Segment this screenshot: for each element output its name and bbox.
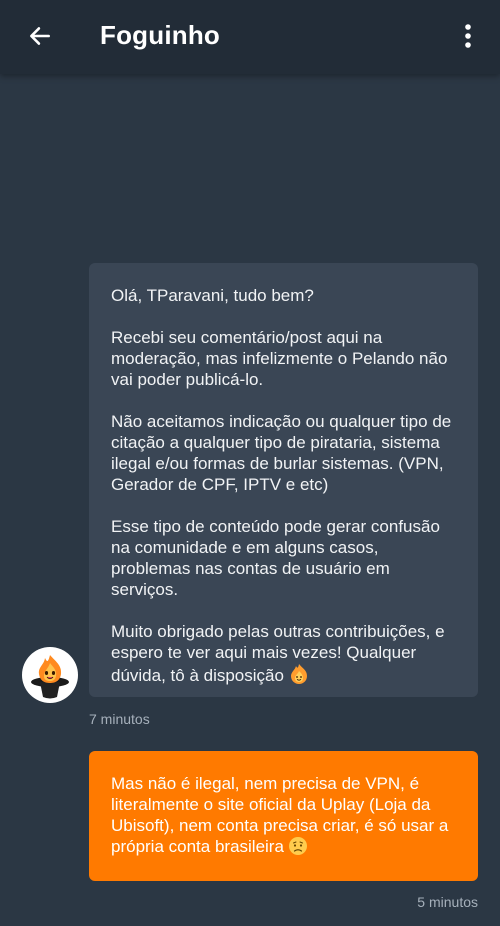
message-list[interactable]: Olá, TParavani, tudo bem? Recebi seu com… [0,74,500,926]
message-paragraph: Mas não é ilegal, nem precisa de VPN, é … [111,773,458,861]
message-paragraph: Muito obrigado pelas outras contribuiçõe… [111,621,458,690]
app-header: Foguinho [0,0,500,74]
message-timestamp: 5 minutos [417,894,478,910]
message-timestamp: 7 minutos [89,711,150,727]
more-vertical-icon [465,24,471,48]
message-paragraph: Recebi seu comentário/post aqui na moder… [111,328,448,389]
outgoing-message-bubble[interactable]: Mas não é ilegal, nem precisa de VPN, é … [89,751,478,881]
more-options-button[interactable] [450,16,486,56]
page-title: Foguinho [100,20,220,50]
worried-face-emoji [288,836,308,861]
flame-magician-icon [31,655,69,699]
message-text: Muito obrigado pelas outras contribuiçõe… [111,622,445,685]
avatar[interactable] [22,647,78,703]
message-paragraph: Olá, TParavani, tudo bem? [111,286,314,305]
message-paragraph: Esse tipo de conteúdo pode gerar confusã… [111,517,440,599]
back-button[interactable] [18,16,62,56]
flame-smile-emoji [288,663,310,690]
message-text: Mas não é ilegal, nem precisa de VPN, é … [111,774,449,856]
incoming-message-bubble[interactable]: Olá, TParavani, tudo bem? Recebi seu com… [89,263,478,697]
arrow-left-icon [30,27,50,45]
message-paragraph: Não aceitamos indicação ou qualquer tipo… [111,412,452,494]
